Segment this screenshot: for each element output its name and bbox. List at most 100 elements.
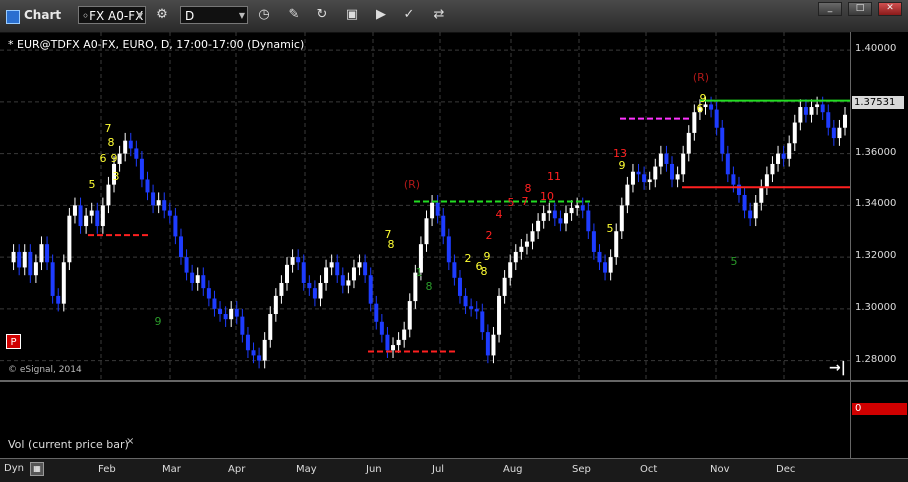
up-candle	[39, 244, 44, 263]
down-candle	[162, 200, 167, 211]
price-tick-label: 1.32000	[855, 250, 897, 262]
down-candle	[781, 153, 786, 159]
chart-app-icon	[6, 10, 20, 24]
down-candle	[257, 355, 262, 361]
td-count-label: 9	[155, 315, 162, 328]
up-candle	[837, 127, 842, 139]
down-candle	[145, 179, 150, 193]
up-candle	[541, 213, 546, 221]
down-candle	[731, 174, 736, 185]
up-candle	[279, 282, 284, 296]
symbol-input[interactable]: ◦FX A0-FX ▼	[78, 6, 146, 24]
up-candle	[329, 262, 334, 268]
down-candle	[368, 275, 373, 304]
down-candle	[603, 262, 608, 273]
up-candle	[513, 251, 518, 263]
up-candle	[424, 218, 429, 245]
up-candle	[614, 231, 619, 258]
down-candle	[335, 262, 340, 276]
symbol-settings-icon[interactable]: ⚙	[153, 6, 171, 24]
up-candle	[536, 220, 541, 232]
month-label: Oct	[640, 464, 658, 475]
down-candle	[151, 192, 156, 206]
scroll-to-end-icon[interactable]: →|	[829, 360, 846, 376]
maximize-button[interactable]: □	[848, 2, 872, 16]
interval-value: D	[185, 9, 195, 23]
up-candle	[491, 334, 496, 356]
up-candle	[117, 153, 122, 164]
time-axis[interactable]: Dyn ▦ Feb Mar Apr May Jun Jul Aug Sep Oc…	[0, 458, 908, 482]
up-candle	[792, 122, 797, 144]
cursor-icon[interactable]: ✓	[400, 6, 418, 24]
dyn-toggle-icon[interactable]: ▦	[30, 462, 44, 476]
volume-close-icon[interactable]: ×	[126, 436, 134, 447]
td-count-label: 8	[481, 265, 488, 278]
month-label: Jul	[432, 464, 445, 475]
td-count-label: 7	[522, 195, 529, 208]
screenshot-icon[interactable]: ▣	[343, 6, 361, 24]
down-candle	[725, 153, 730, 175]
link-icon[interactable]: ⇄	[430, 6, 448, 24]
app-title: Chart	[24, 8, 62, 22]
down-candle	[664, 153, 669, 164]
down-candle	[446, 236, 451, 263]
down-candle	[720, 127, 725, 154]
up-candle	[497, 295, 502, 335]
td-count-label: (R)	[693, 71, 709, 84]
up-candle	[357, 262, 362, 268]
up-candle	[229, 308, 234, 320]
down-candle	[139, 158, 144, 180]
down-candle	[218, 308, 223, 315]
refresh-icon[interactable]: ↻	[313, 6, 331, 24]
interval-input[interactable]: D ▼	[180, 6, 248, 24]
minimize-button[interactable]: _	[818, 2, 842, 16]
price-tick-label: 1.36000	[855, 146, 897, 158]
pencil-draw-icon[interactable]: ✎	[285, 6, 303, 24]
p-button[interactable]: P	[6, 334, 21, 349]
symbol-dropdown-icon[interactable]: ▼	[137, 7, 143, 25]
chart-header: * EUR@TDFX A0-FX, EURO, D, 17:00-17:00 (…	[8, 38, 305, 51]
down-candle	[826, 112, 831, 128]
interval-dropdown-icon[interactable]: ▼	[239, 7, 245, 25]
up-candle	[290, 257, 295, 265]
down-candle	[586, 210, 591, 232]
up-candle	[195, 275, 200, 283]
close-button[interactable]: ✕	[878, 2, 902, 16]
down-candle	[597, 251, 602, 263]
up-candle	[100, 205, 105, 227]
td-count-label: 8	[426, 280, 433, 293]
td-count-label: 8	[525, 182, 532, 195]
down-candle	[50, 262, 55, 296]
up-candle	[764, 174, 769, 188]
price-chart[interactable]: 786 953(R)(R)789268245 7810111396951895	[0, 32, 850, 380]
down-candle	[469, 306, 474, 309]
down-candle	[251, 350, 256, 356]
down-candle	[580, 205, 585, 211]
td-count-label: 2	[486, 229, 493, 242]
month-label: Dec	[776, 464, 796, 475]
volume-zero-label: 0	[852, 403, 907, 415]
clock-icon[interactable]: ◷	[255, 6, 273, 24]
up-candle	[61, 262, 66, 304]
down-candle	[457, 277, 462, 296]
price-tick-label: 1.34000	[855, 198, 897, 210]
price-tick-label: 1.40000	[855, 43, 897, 55]
down-candle	[212, 298, 217, 309]
td-count-label: 3	[113, 170, 120, 183]
td-count-label: (R)	[404, 178, 420, 191]
play-icon[interactable]: ▶	[372, 6, 390, 24]
td-count-label: 5	[607, 222, 614, 235]
down-candle	[820, 104, 825, 113]
month-label: Apr	[228, 464, 246, 475]
down-candle	[245, 334, 250, 351]
month-label: Aug	[503, 464, 523, 475]
down-candle	[312, 288, 317, 299]
price-axis[interactable]: 1.400001.380001.360001.340001.320001.300…	[850, 32, 908, 380]
down-candle	[56, 295, 61, 304]
up-candle	[285, 264, 289, 283]
up-candle	[262, 339, 267, 361]
down-candle	[591, 231, 596, 252]
up-candle	[508, 262, 513, 278]
down-candle	[134, 148, 139, 159]
td-count-label: 6	[100, 152, 107, 165]
